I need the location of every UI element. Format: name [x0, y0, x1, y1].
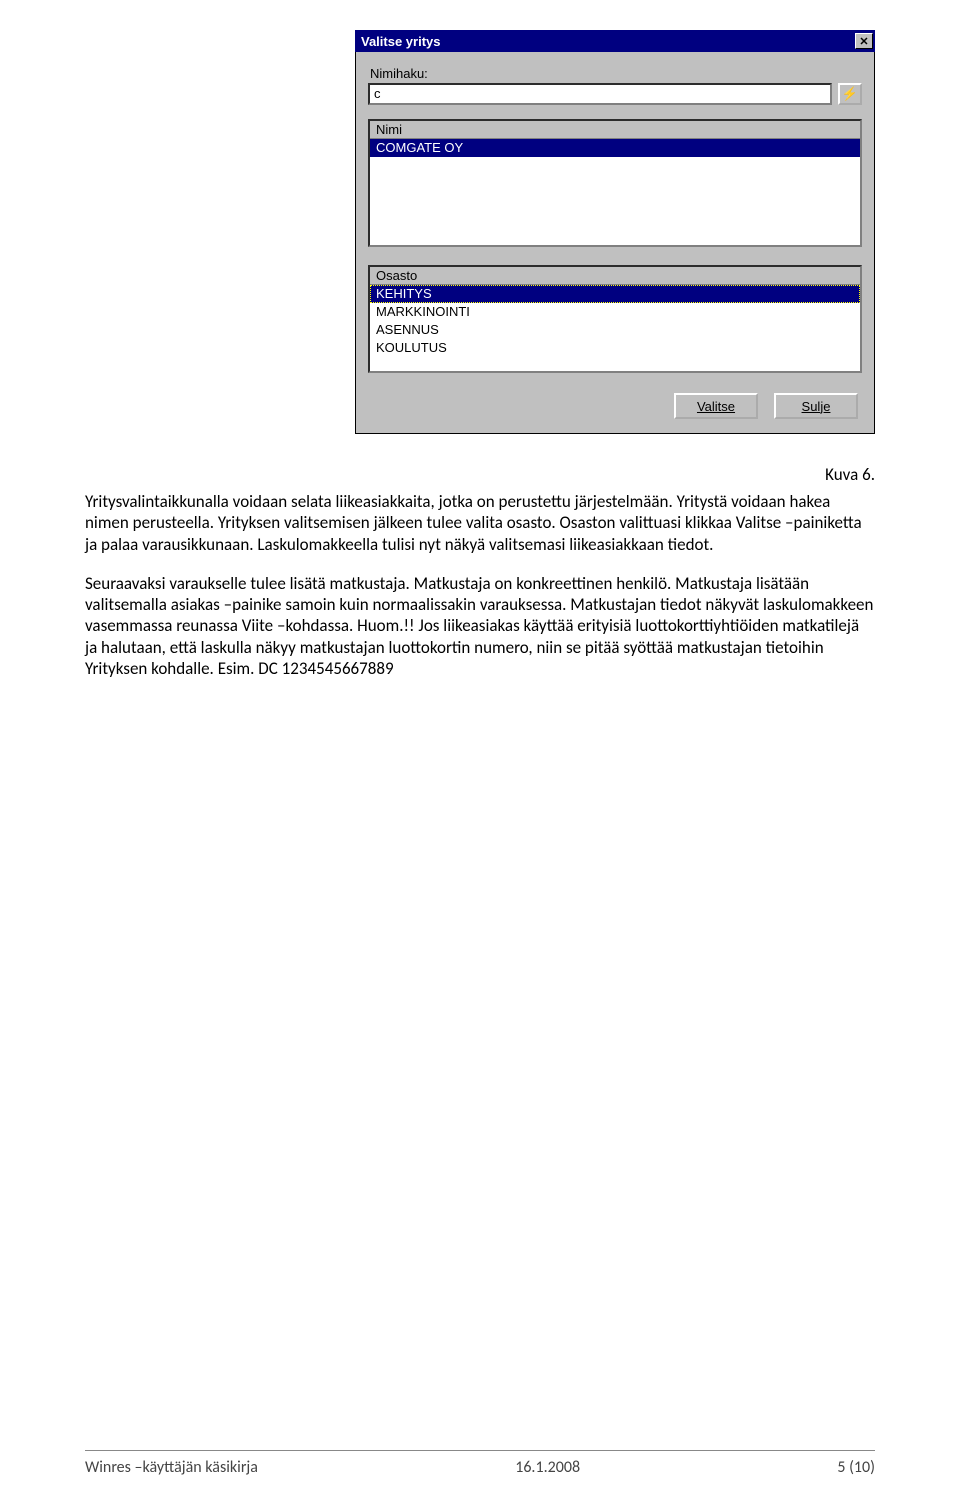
list-item[interactable]: ASENNUS [370, 321, 860, 339]
list-item[interactable]: MARKKINOINTI [370, 303, 860, 321]
dialog-valitse-yritys: Valitse yritys ✕ Nimihaku: c ⚡ Nimi COMG… [355, 30, 875, 434]
list-item[interactable]: KEHITYS [370, 285, 860, 303]
search-label: Nimihaku: [370, 66, 862, 81]
document-page: Valitse yritys ✕ Nimihaku: c ⚡ Nimi COMG… [0, 0, 960, 1507]
search-button[interactable]: ⚡ [838, 83, 862, 105]
dialog-titlebar: Valitse yritys ✕ [355, 30, 875, 52]
footer-right: 5 (10) [837, 1458, 875, 1477]
list-item[interactable]: COMGATE OY [370, 139, 860, 157]
body-paragraph: Yritysvalintaikkunalla voidaan selata li… [85, 491, 875, 555]
nimi-header: Nimi [370, 121, 860, 139]
footer-center: 16.1.2008 [258, 1458, 837, 1477]
osasto-listbox[interactable]: Osasto KEHITYS MARKKINOINTI ASENNUS KOUL… [368, 265, 862, 373]
valitse-button[interactable]: Valitse [674, 393, 758, 419]
search-row: c ⚡ [368, 83, 862, 105]
footer-rule [85, 1450, 875, 1451]
sulje-button[interactable]: Sulje [774, 393, 858, 419]
close-icon[interactable]: ✕ [855, 33, 873, 49]
lightning-icon: ⚡ [842, 86, 858, 102]
footer-left: Winres –käyttäjän käsikirja [85, 1458, 258, 1477]
page-footer: Winres –käyttäjän käsikirja 16.1.2008 5 … [85, 1458, 875, 1477]
figure-caption: Kuva 6. [85, 464, 875, 485]
dialog-button-row: Valitse Sulje [368, 393, 862, 419]
dialog-title: Valitse yritys [361, 34, 441, 49]
osasto-header: Osasto [370, 267, 860, 285]
search-input[interactable]: c [368, 83, 832, 105]
nimi-listbox[interactable]: Nimi COMGATE OY [368, 119, 862, 247]
list-item[interactable]: KOULUTUS [370, 339, 860, 357]
dialog-body: Nimihaku: c ⚡ Nimi COMGATE OY Osasto KEH… [355, 52, 875, 434]
body-paragraph: Seuraavaksi varaukselle tulee lisätä mat… [85, 573, 875, 679]
